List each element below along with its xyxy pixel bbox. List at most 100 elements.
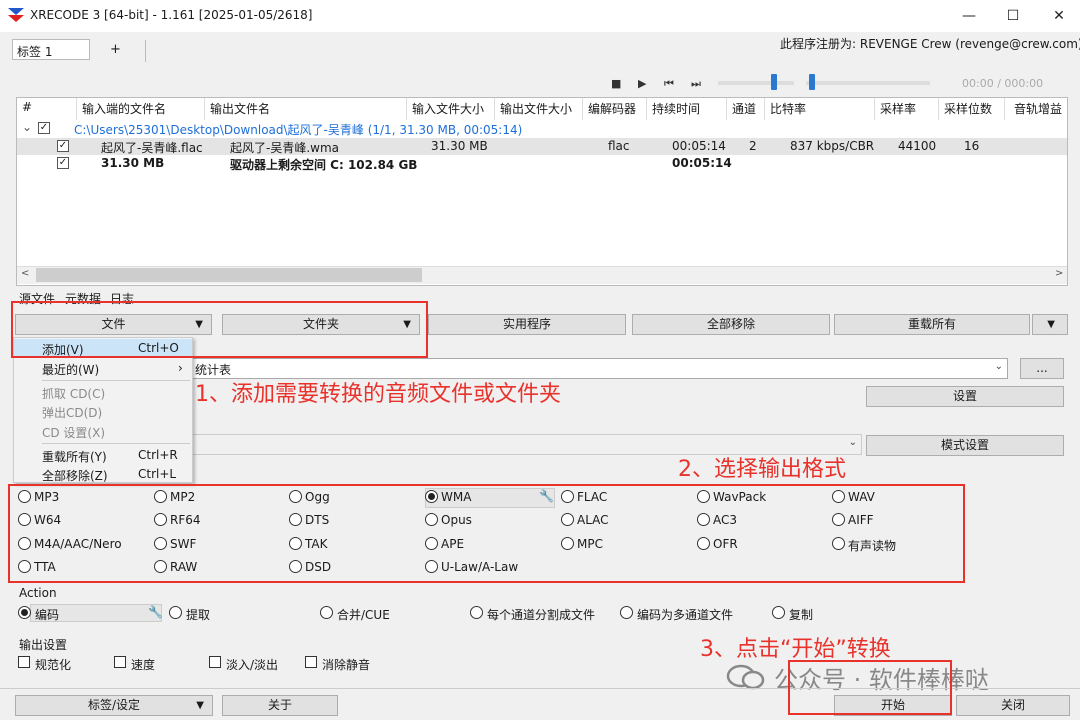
remove-silence-checkbox[interactable] <box>305 656 317 668</box>
action-multichannel-label: 编码为多通道文件 <box>637 608 734 622</box>
remove-all-button[interactable]: 全部移除 <box>632 314 830 335</box>
col-input-size[interactable]: 输入文件大小 <box>412 100 484 117</box>
wechat-icon <box>726 664 765 690</box>
summary-duration: 00:05:14 <box>672 156 732 170</box>
action-encode-radio[interactable] <box>18 606 31 619</box>
col-bitrate[interactable]: 比特率 <box>770 100 806 117</box>
annotation-box-start <box>788 660 952 715</box>
seek-slider[interactable] <box>806 81 930 85</box>
group-path[interactable]: C:\Users\25301\Desktop\Download\起风了-吴青峰 … <box>74 121 522 138</box>
action-extract-label: 提取 <box>186 608 211 622</box>
registration-text: 此程序注册为: REVENGE Crew (revenge@crew.com) <box>780 37 1080 51</box>
output-settings-label: 输出设置 <box>19 638 68 652</box>
combo-arrow-icon: ⌄ <box>848 437 857 448</box>
about-button[interactable]: 关于 <box>222 695 338 716</box>
col-channels[interactable]: 通道 <box>732 100 756 117</box>
minimize-button[interactable]: — <box>957 6 981 26</box>
col-separator <box>726 98 727 120</box>
scrollbar-thumb[interactable] <box>36 268 422 282</box>
row-input-size: 31.30 MB <box>431 139 488 153</box>
normalize-checkbox[interactable] <box>18 656 30 668</box>
volume-slider-thumb[interactable] <box>771 74 777 90</box>
maximize-button[interactable]: ☐ <box>1001 6 1025 26</box>
col-separator <box>938 98 939 120</box>
row-output-name: 起风了-吴青峰.wma <box>230 141 340 155</box>
row-codec: flac <box>608 139 630 153</box>
stop-icon[interactable]: ■ <box>611 77 621 90</box>
menu-separator <box>42 380 190 381</box>
summary-size: 31.30 MB <box>101 156 165 170</box>
mode-settings-button[interactable]: 模式设置 <box>866 435 1064 456</box>
col-index[interactable]: # <box>22 100 32 114</box>
menu-item-recent[interactable]: 最近的(W) › <box>14 359 192 378</box>
row-samplerate: 44100 <box>898 139 937 153</box>
col-output-name[interactable]: 输出文件名 <box>210 100 270 117</box>
fade-label: 淡入/淡出 <box>226 658 279 672</box>
action-encode-label: 编码 <box>35 608 60 622</box>
reload-all-button[interactable]: 重载所有 <box>834 314 1030 335</box>
play-icon[interactable]: ▶ <box>638 77 646 90</box>
dropdown-arrow-icon: ▼ <box>196 700 204 711</box>
annotation-box-add <box>11 301 428 358</box>
col-separator <box>406 98 407 120</box>
output-path-value: 统计表 <box>195 363 232 377</box>
col-gain[interactable]: 音轨增益 <box>1014 100 1062 117</box>
settings-button[interactable]: 设置 <box>866 386 1064 407</box>
speed-checkbox[interactable] <box>114 656 126 668</box>
col-duration[interactable]: 持续时间 <box>652 100 700 117</box>
col-separator <box>1004 98 1005 120</box>
wrench-icon[interactable]: 🔧 <box>148 605 163 619</box>
file-menu: 添加(V) Ctrl+O 最近的(W) › 抓取 CD(C) 弹出CD(D) CD … <box>13 337 193 483</box>
action-split-label: 每个通道分割成文件 <box>487 608 596 622</box>
menu-item-reload-all[interactable]: 重载所有(Y) Ctrl+R <box>14 446 192 465</box>
scroll-left-icon[interactable]: < <box>21 268 29 279</box>
group-expand-icon[interactable]: ⌄ <box>22 120 32 134</box>
close-button[interactable]: 关闭 <box>956 695 1070 716</box>
seek-slider-thumb[interactable] <box>809 74 815 90</box>
next-icon[interactable]: ⏭ <box>691 77 701 91</box>
row-bitrate: 837 kbps/CBR <box>790 139 875 153</box>
annotation-step-1: 1、添加需要转换的音频文件或文件夹 <box>195 382 561 407</box>
col-input-name[interactable]: 输入端的文件名 <box>82 100 166 117</box>
previous-icon[interactable]: ⏮ <box>664 77 674 91</box>
col-bits[interactable]: 采样位数 <box>944 100 992 117</box>
menu-item-remove-all[interactable]: 全部移除(Z) Ctrl+L <box>14 465 192 484</box>
row-channels: 2 <box>749 139 757 153</box>
summary-checkbox[interactable]: ✓ <box>57 157 69 169</box>
action-merge-label: 合并/CUE <box>337 608 390 622</box>
scroll-right-icon[interactable]: > <box>1055 268 1063 279</box>
annotation-box-formats <box>8 484 965 583</box>
col-output-size[interactable]: 输出文件大小 <box>500 100 572 117</box>
col-separator <box>204 98 205 120</box>
col-samplerate[interactable]: 采样率 <box>880 100 916 117</box>
dropdown-arrow-icon: ▼ <box>1047 319 1055 330</box>
tab-1[interactable]: 标签 1 <box>12 39 90 60</box>
action-multichannel-radio[interactable] <box>620 606 633 619</box>
normalize-label: 规范化 <box>35 658 72 672</box>
menu-item-eject-cd: 弹出CD(D) <box>42 406 103 420</box>
action-copy-radio[interactable] <box>772 606 785 619</box>
menu-item-cd-settings: CD 设置(X) <box>42 426 106 440</box>
summary-free-space: 驱动器上剩余空间 C: 102.84 GB <box>230 158 418 172</box>
volume-slider[interactable] <box>718 81 794 85</box>
col-separator <box>764 98 765 120</box>
row-duration: 00:05:14 <box>672 139 726 153</box>
action-extract-radio[interactable] <box>169 606 182 619</box>
tab-separator <box>145 40 146 62</box>
action-split-radio[interactable] <box>470 606 483 619</box>
close-window-button[interactable]: ✕ <box>1047 6 1071 26</box>
col-codec[interactable]: 编解码器 <box>588 100 636 117</box>
menu-separator <box>42 443 190 444</box>
tags-settings-button[interactable]: 标签/设定 ▼ <box>15 695 213 716</box>
utilities-button[interactable]: 实用程序 <box>428 314 626 335</box>
fade-checkbox[interactable] <box>209 656 221 668</box>
action-merge-radio[interactable] <box>320 606 333 619</box>
row-checkbox[interactable]: ✓ <box>57 140 69 152</box>
add-tab-button[interactable]: + <box>110 42 121 57</box>
menu-item-reload-label: 重载所有(Y) <box>42 450 107 464</box>
row-bits: 16 <box>964 139 980 153</box>
reload-dropdown-button[interactable]: ▼ <box>1032 314 1068 335</box>
browse-button[interactable]: ... <box>1020 358 1064 379</box>
group-checkbox[interactable]: ✓ <box>38 122 50 134</box>
col-separator <box>582 98 583 120</box>
